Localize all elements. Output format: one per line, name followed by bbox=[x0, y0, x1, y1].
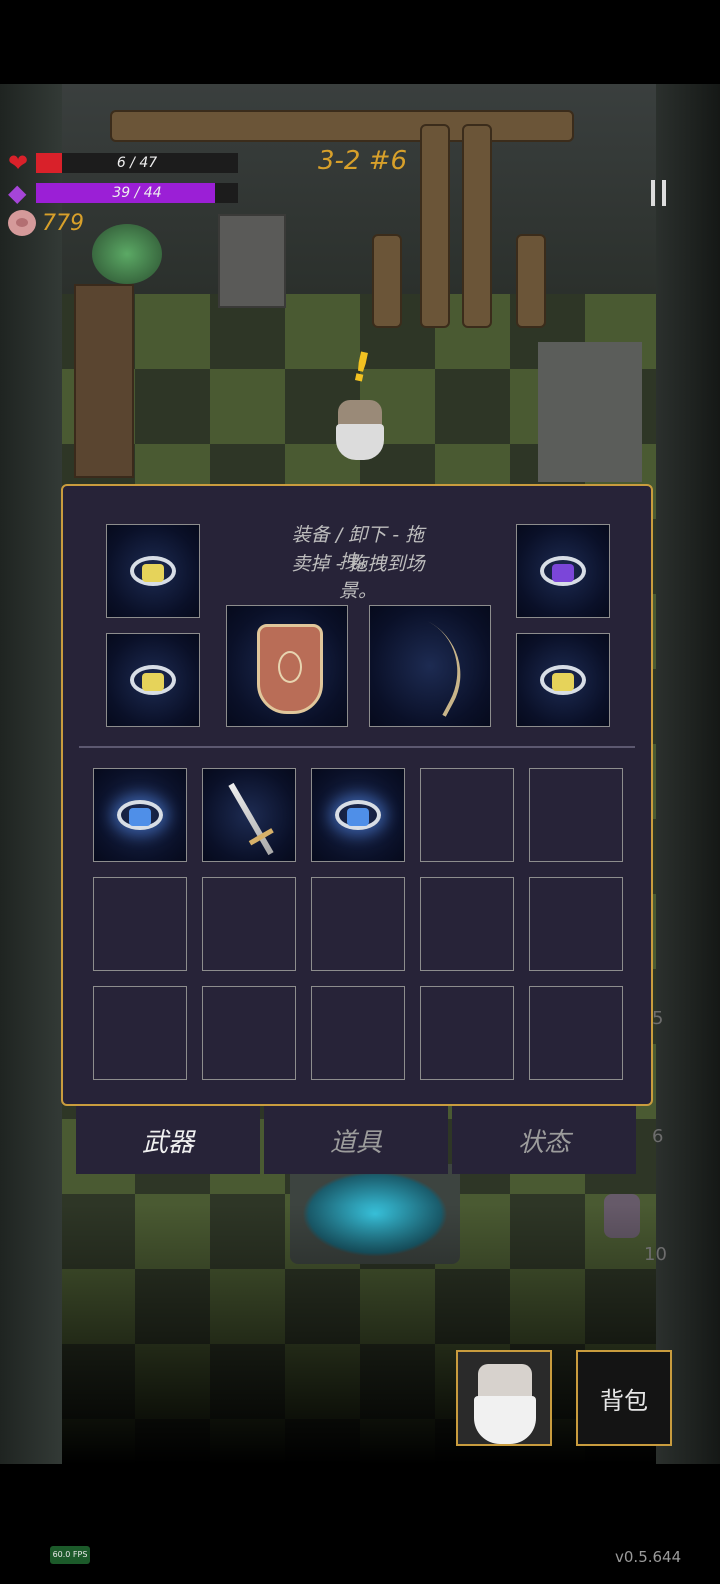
equip-slot-offhand[interactable] bbox=[226, 605, 348, 727]
bow-icon bbox=[380, 615, 482, 717]
equip-slot-ring-bottom-left[interactable] bbox=[106, 633, 200, 727]
inventory-slot[interactable] bbox=[420, 768, 514, 862]
machine bbox=[218, 214, 286, 308]
inventory-slot[interactable] bbox=[529, 986, 623, 1080]
ring-purple-gem-icon bbox=[540, 556, 586, 586]
category-tabs: 武器 道具 状态 bbox=[76, 1106, 636, 1174]
ring-yellow-gem-icon bbox=[130, 665, 176, 695]
inventory-slot[interactable] bbox=[420, 877, 514, 971]
hp-bar: 6 / 47 bbox=[36, 153, 238, 173]
ring-yellow-gem-icon bbox=[540, 665, 586, 695]
hint-sell: 卖掉 - 拖拽到场景。 bbox=[291, 553, 425, 602]
level-label: 3-2 #6 bbox=[318, 146, 408, 176]
equip-slot-ring-top-left[interactable] bbox=[106, 524, 200, 618]
side-number: 6 bbox=[652, 1126, 664, 1147]
character-portrait-button[interactable] bbox=[456, 1350, 552, 1446]
equip-slot-ring-bottom-right[interactable] bbox=[516, 633, 610, 727]
portrait-beard bbox=[474, 1396, 536, 1444]
winged-shield-icon bbox=[257, 624, 323, 714]
inventory-slot[interactable] bbox=[311, 768, 405, 862]
coins-row: 779 bbox=[8, 210, 84, 236]
inventory-slot[interactable] bbox=[202, 986, 296, 1080]
equip-slot-weapon[interactable] bbox=[369, 605, 491, 727]
heart-icon bbox=[8, 152, 32, 174]
pipe bbox=[462, 124, 492, 328]
inventory-slot[interactable] bbox=[93, 768, 187, 862]
inventory-slot[interactable] bbox=[93, 877, 187, 971]
potion bbox=[604, 1194, 640, 1238]
mana-bar: 39 / 44 bbox=[36, 183, 238, 203]
inventory-slot[interactable] bbox=[311, 986, 405, 1080]
inventory-slot[interactable] bbox=[529, 768, 623, 862]
mana-text: 39 / 44 bbox=[112, 185, 162, 201]
inventory-slot[interactable] bbox=[202, 768, 296, 862]
inventory-slot[interactable] bbox=[311, 877, 405, 971]
inventory-panel: 装备 / 卸下 - 拖拽。 卖掉 - 拖拽到场景。 bbox=[61, 484, 653, 1106]
pipe bbox=[420, 124, 450, 328]
ring-yellow-gem-icon bbox=[130, 556, 176, 586]
inventory-slot[interactable] bbox=[202, 877, 296, 971]
fps-counter: 60.0 FPS bbox=[50, 1546, 90, 1564]
portal[interactable] bbox=[290, 1164, 460, 1264]
hp-text: 6 / 47 bbox=[116, 155, 158, 171]
character-beard bbox=[336, 424, 384, 460]
version-label: v0.5.644 bbox=[615, 1548, 682, 1566]
pipe bbox=[372, 234, 402, 328]
equip-slot-ring-top-right[interactable] bbox=[516, 524, 610, 618]
bookshelf bbox=[74, 284, 134, 478]
inventory-slot[interactable] bbox=[420, 986, 514, 1080]
inventory-slot[interactable] bbox=[93, 986, 187, 1080]
player-character[interactable] bbox=[320, 390, 400, 480]
tab-status[interactable]: 状态 bbox=[452, 1106, 636, 1174]
hp-row: 6 / 47 bbox=[8, 152, 238, 174]
pipe bbox=[110, 110, 574, 142]
side-number: 5 bbox=[652, 1008, 664, 1029]
bag-button[interactable]: 背包 bbox=[576, 1350, 672, 1446]
sword-icon bbox=[228, 782, 274, 856]
tab-weapons[interactable]: 武器 bbox=[76, 1106, 260, 1174]
ring-blue-gem-icon bbox=[117, 800, 163, 830]
green-lamp bbox=[92, 224, 162, 284]
mana-icon bbox=[8, 181, 32, 205]
tab-items[interactable]: 道具 bbox=[264, 1106, 448, 1174]
inventory-slot[interactable] bbox=[529, 877, 623, 971]
panel-divider bbox=[79, 746, 635, 748]
alchemy-table bbox=[538, 342, 642, 482]
pause-icon[interactable] bbox=[651, 180, 669, 206]
pipe bbox=[516, 234, 546, 328]
pig-icon bbox=[8, 210, 36, 236]
mana-row: 39 / 44 bbox=[8, 181, 238, 205]
left-wall bbox=[0, 84, 62, 1464]
ring-blue-gem-icon bbox=[335, 800, 381, 830]
side-number: 10 bbox=[644, 1244, 667, 1265]
coin-count: 779 bbox=[42, 210, 84, 236]
